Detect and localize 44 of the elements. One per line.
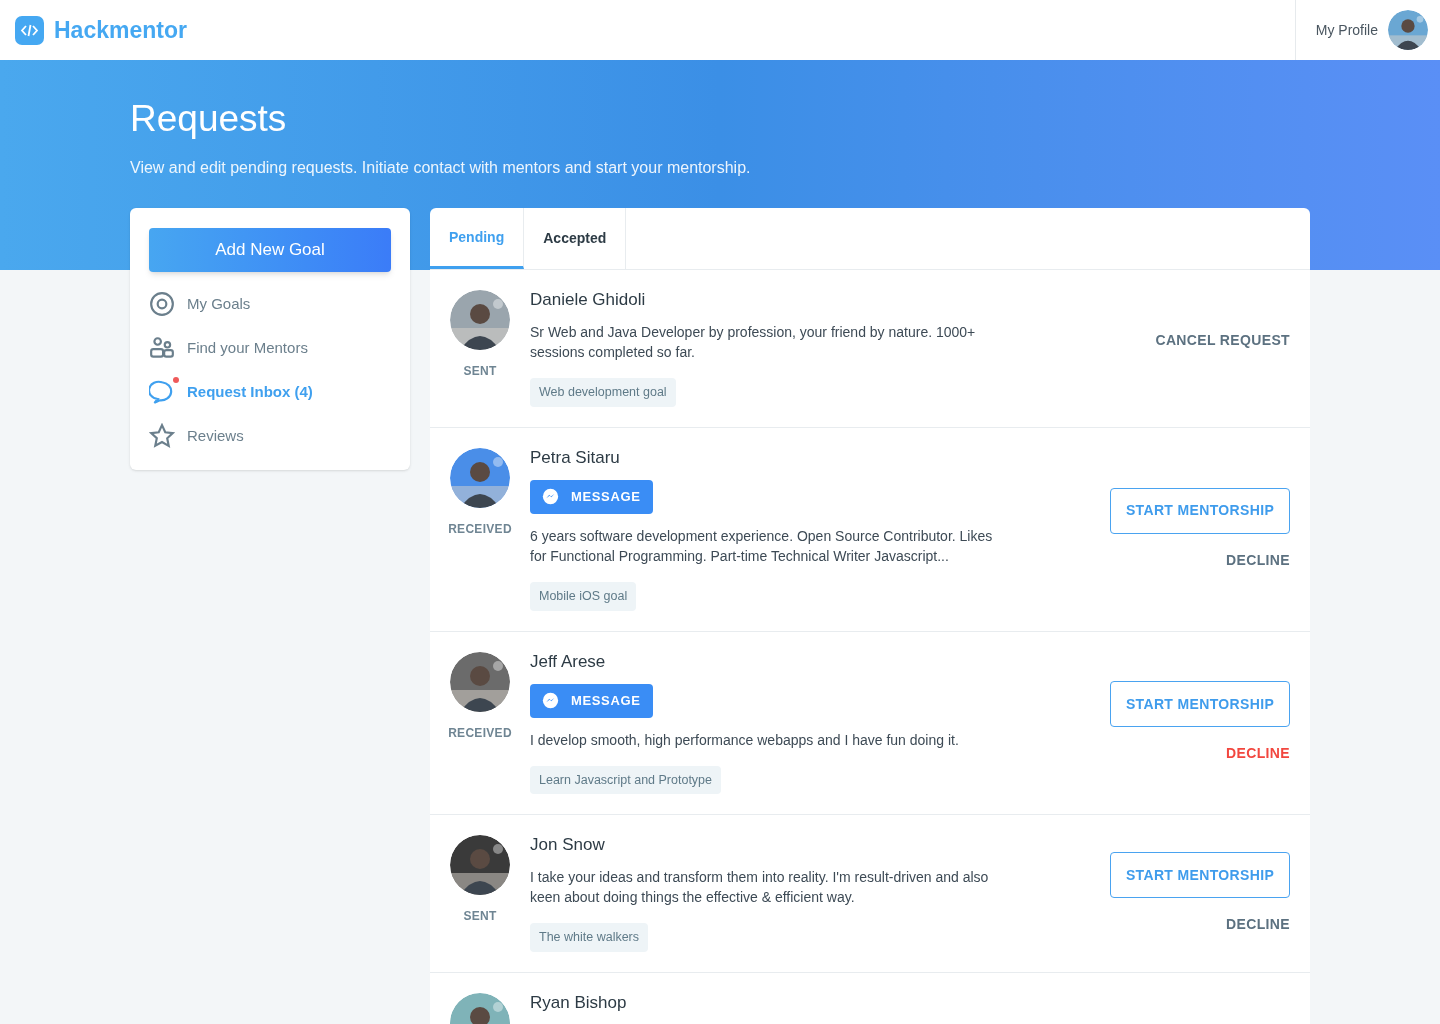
mentor-name: Jeff Arese [530,651,607,672]
mentor-description: Sr Web and Java Developer by profession, your friend by nature. 1000+ sessions completed so far. [530,323,977,362]
mentor-description: I take your ideas and transform them into reality. I'm result-driven and also keen about doing things the effective & efficient way. [530,868,990,908]
mentor-name: Ryan Bishop [530,993,628,1013]
mentor-description: 6 years software development experience. Open Source Contributor. Likes for Functional Programming. Part-time Technical Writer Javascript... [530,526,994,566]
messenger-icon [542,488,559,506]
status-label: SENT [463,908,497,926]
start-mentorship-button[interactable]: START MENTORSHIP [1110,681,1290,728]
mentor-name: Petra Sitaru [530,447,621,468]
sidebar-item[interactable]: My Goals [149,282,391,326]
goal-tag: Web development goal [530,378,676,407]
star-icon [149,423,175,449]
page-subtitle: View and edit pending requests. Initiate contact with mentors and start your mentorship. [130,158,752,178]
mentor-description: I develop smooth, high performance webapps and I have fun doing it. [530,730,960,750]
add-goal-button[interactable]: Add New Goal [149,228,391,272]
code-logo-icon [15,15,44,45]
goal-tag: Learn Javascript and Prototype [530,765,722,795]
sidebar-item[interactable]: Find your Mentors [149,326,391,370]
page-title: Requests [130,97,288,141]
sidebar-item[interactable]: Reviews [149,414,391,458]
decline-button[interactable]: DECLINE [1226,549,1290,571]
target-icon [149,291,175,317]
status-label: RECEIVED [448,520,512,538]
goal-tag: The white walkers [530,923,649,952]
start-mentorship-button[interactable]: START MENTORSHIP [1110,852,1290,899]
messenger-icon [542,692,559,709]
message-button[interactable]: MESSAGE [530,479,653,514]
start-mentorship-button[interactable]: START MENTORSHIP [1110,487,1290,534]
status-label: RECEIVED [448,724,512,742]
people-icon [149,335,175,361]
mentor-name: Jon Snow [530,835,606,856]
status-label: SENT [463,363,497,380]
decline-button[interactable]: DECLINE [1226,743,1290,765]
sidebar-item[interactable]: Request Inbox (4) [149,370,391,414]
my-profile-link[interactable]: My Profile [1315,19,1378,41]
mentor-name: Daniele Ghidoli [530,290,647,310]
goal-tag: Mobile iOS goal [530,581,637,611]
brand-name[interactable]: Hackmentor [54,12,187,48]
cancel-request-button[interactable]: CANCEL REQUEST [1155,329,1290,351]
message-button[interactable]: MESSAGE [530,683,653,718]
chat-icon [149,379,175,405]
tab[interactable]: Pending [430,208,525,269]
tab[interactable]: Accepted [524,208,627,269]
decline-button[interactable]: DECLINE [1226,914,1290,936]
